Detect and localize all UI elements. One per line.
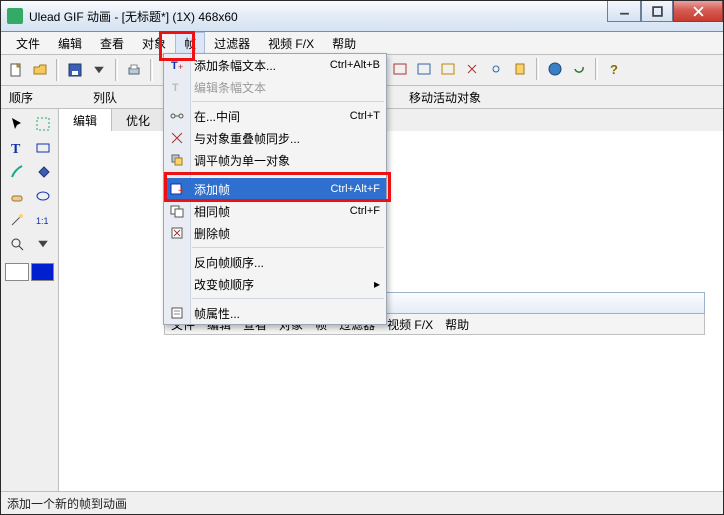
text-tool-icon[interactable]: T <box>5 137 29 159</box>
menu-change-order[interactable]: 改变帧顺序 ▸ <box>164 273 386 295</box>
secbar-move: 移动活动对象 <box>409 89 481 106</box>
svg-text:T: T <box>171 60 178 72</box>
menu-edit-banner: T 编辑条幅文本 <box>164 76 386 98</box>
add-frame-icon: + <box>169 181 185 197</box>
shape-icon[interactable] <box>31 137 55 159</box>
menu-frame-props[interactable]: 帧属性... <box>164 302 386 324</box>
sub-menu-help[interactable]: 帮助 <box>445 316 469 333</box>
app-icon <box>7 8 23 24</box>
menu-view[interactable]: 查看 <box>91 32 133 54</box>
print-icon[interactable] <box>123 59 145 81</box>
help-icon[interactable]: ? <box>603 58 625 80</box>
menu-add-banner[interactable]: T+ 添加条幅文本... Ctrl+Alt+B <box>164 54 386 76</box>
cut-icon[interactable] <box>461 58 483 80</box>
frame-menu-dropdown: T+ 添加条幅文本... Ctrl+Alt+B T 编辑条幅文本 在...中间 … <box>163 53 387 325</box>
secbar-queue: 列队 <box>93 89 117 106</box>
tab-edit[interactable]: 编辑 <box>59 109 112 131</box>
menu-delete-frame[interactable]: 删除帧 <box>164 222 386 244</box>
tab-optimize[interactable]: 优化 <box>112 109 165 131</box>
link-icon[interactable] <box>485 58 507 80</box>
menu-sync[interactable]: 与对象重叠帧同步... <box>164 127 386 149</box>
menu-same-frame[interactable]: 相同帧 Ctrl+F <box>164 200 386 222</box>
svg-text:+: + <box>178 62 183 72</box>
add-banner-icon: T+ <box>169 57 185 73</box>
same-frame-icon <box>169 203 185 219</box>
secbar-order: 顺序 <box>9 89 33 106</box>
tab-header: 编辑 优化 <box>59 109 723 132</box>
props-icon <box>169 305 185 321</box>
swatch-bg[interactable] <box>31 263 55 281</box>
wand-icon[interactable] <box>5 209 29 231</box>
eraser-icon[interactable] <box>5 185 29 207</box>
maximize-button[interactable] <box>641 1 673 22</box>
bucket-icon[interactable] <box>31 161 55 183</box>
menu-between[interactable]: 在...中间 Ctrl+T <box>164 105 386 127</box>
onetoone-icon[interactable]: 1:1 <box>31 209 55 231</box>
toolbox: T 1:1 <box>1 109 59 492</box>
open-icon[interactable] <box>29 59 51 81</box>
sub-menu-videofx[interactable]: 视频 F/X <box>387 316 433 333</box>
sync-icon <box>169 130 185 146</box>
menu-videofx[interactable]: 视频 F/X <box>259 32 323 54</box>
window-title: Ulead GIF 动画 - [无标题*] (1X) 468x60 <box>29 8 238 25</box>
save-dropdown-icon[interactable] <box>88 59 110 81</box>
menu-reverse[interactable]: 反向帧顺序... <box>164 251 386 273</box>
menu-file[interactable]: 文件 <box>7 32 49 54</box>
menu-object[interactable]: 对象 <box>133 32 175 54</box>
menu-frame[interactable]: 帧 <box>175 32 205 54</box>
tb-icon-c[interactable] <box>437 58 459 80</box>
globe-icon[interactable] <box>544 58 566 80</box>
pointer-icon[interactable] <box>5 113 29 135</box>
flatten-icon <box>169 152 185 168</box>
status-text: 添加一个新的帧到动画 <box>7 495 127 512</box>
close-button[interactable] <box>673 1 723 22</box>
save-icon[interactable] <box>64 59 86 81</box>
edit-banner-icon: T <box>169 79 185 95</box>
title-bar: Ulead GIF 动画 - [无标题*] (1X) 468x60 <box>1 1 723 32</box>
zoom-icon[interactable] <box>5 233 29 255</box>
delete-frame-icon <box>169 225 185 241</box>
brush-icon[interactable] <box>5 161 29 183</box>
menu-filter[interactable]: 过滤器 <box>205 32 259 54</box>
marquee-icon[interactable] <box>31 113 55 135</box>
menu-add-frame[interactable]: + 添加帧 Ctrl+Alt+F <box>164 178 386 200</box>
submenu-arrow-icon: ▸ <box>374 277 380 291</box>
svg-text:+: + <box>178 186 184 197</box>
svg-text:1:1: 1:1 <box>36 216 49 226</box>
menu-edit[interactable]: 编辑 <box>49 32 91 54</box>
new-icon[interactable] <box>5 59 27 81</box>
between-icon <box>169 108 185 124</box>
minimize-button[interactable] <box>607 1 641 22</box>
svg-text:?: ? <box>610 62 618 77</box>
zoom-dropdown-icon[interactable] <box>31 233 55 255</box>
svg-text:T: T <box>172 82 179 94</box>
refresh-icon[interactable] <box>568 58 590 80</box>
status-bar: 添加一个新的帧到动画 <box>1 491 723 514</box>
swatch-fg[interactable] <box>5 263 29 281</box>
menu-help[interactable]: 帮助 <box>323 32 365 54</box>
svg-text:T: T <box>11 142 21 156</box>
tb-icon-a[interactable] <box>389 58 411 80</box>
tb-icon-b[interactable] <box>413 58 435 80</box>
menu-bar: 文件 编辑 查看 对象 帧 过滤器 视频 F/X 帮助 <box>1 32 723 55</box>
menu-flatten[interactable]: 调平帧为单一对象 <box>164 149 386 171</box>
paste-icon[interactable] <box>509 58 531 80</box>
ellipse-icon[interactable] <box>31 185 55 207</box>
